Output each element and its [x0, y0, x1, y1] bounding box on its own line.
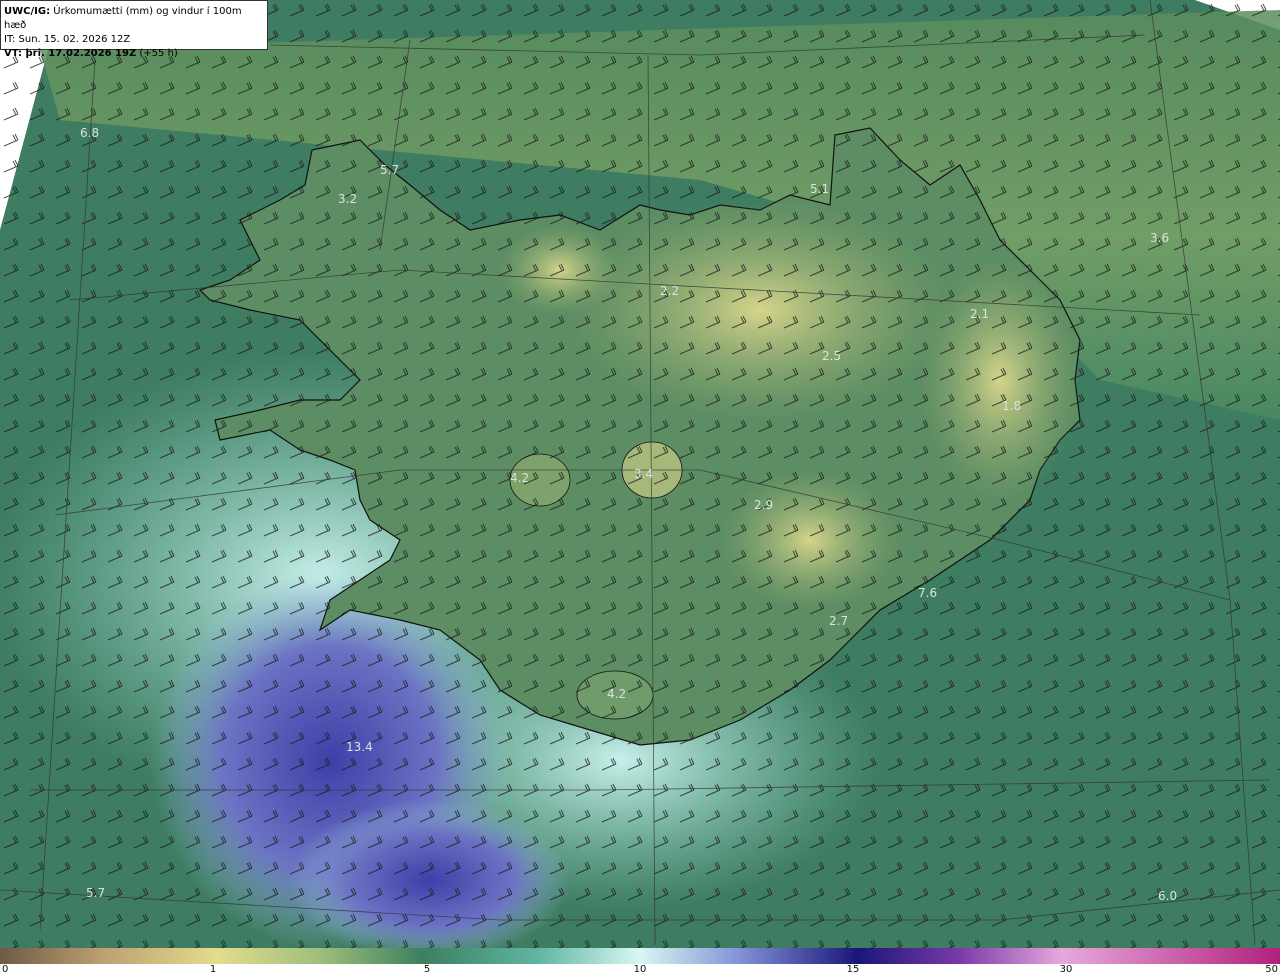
value-label: 5.7	[380, 163, 399, 177]
colorbar-tick: 1	[209, 964, 217, 975]
value-label: 5.7	[86, 886, 105, 900]
value-label: 2.1	[970, 307, 989, 321]
value-label: 2.2	[660, 284, 679, 298]
value-label: 2.5	[822, 349, 841, 363]
colorbar-tick: 50	[1265, 964, 1278, 975]
value-label: 6.0	[1158, 889, 1177, 903]
value-label: 1.8	[1002, 399, 1021, 413]
colorbar-tick: 0	[2, 964, 9, 975]
valid-time-line: VT: þri. 17.02.2026 19Z (+55 h)	[4, 47, 267, 61]
title-line: UWC/IG: Úrkomumætti (mm) og vindur í 100…	[4, 5, 267, 33]
value-label: 4.2	[607, 687, 626, 701]
init-time: IT: Sun. 15. 02. 2026 12Z	[4, 34, 131, 45]
forecast-hour: (+55 h)	[139, 48, 178, 59]
value-label: 2.9	[754, 498, 773, 512]
value-label: 7.6	[918, 586, 937, 600]
value-label: 3.4	[634, 467, 653, 481]
value-label: 2.7	[829, 614, 848, 628]
colorbar-tick: 15	[846, 964, 860, 975]
colorbar-tick: 5	[423, 964, 431, 975]
model-label: UWC/IG:	[4, 6, 51, 17]
value-label: 4.2	[510, 471, 529, 485]
colorbar: 0 1 5 10 15 30 50	[0, 948, 1280, 978]
colorbar-tick: 30	[1059, 964, 1073, 975]
value-label: 3.2	[338, 192, 357, 206]
precipitation-wind-map: 6.8 5.7 3.2 5.1 3.6 2.2 2.1 2.5 1.8 4.2 …	[0, 0, 1280, 948]
value-label: 6.8	[80, 126, 99, 140]
value-label: 5.1	[810, 182, 829, 196]
value-label: 3.6	[1150, 231, 1169, 245]
colorbar-tick: 10	[633, 964, 647, 975]
info-box: UWC/IG: Úrkomumætti (mm) og vindur í 100…	[0, 0, 268, 59]
valid-time: VT: þri. 17.02.2026 19Z	[4, 48, 137, 59]
value-label: 13.4	[346, 740, 373, 754]
colorbar-gradient	[0, 948, 1280, 964]
